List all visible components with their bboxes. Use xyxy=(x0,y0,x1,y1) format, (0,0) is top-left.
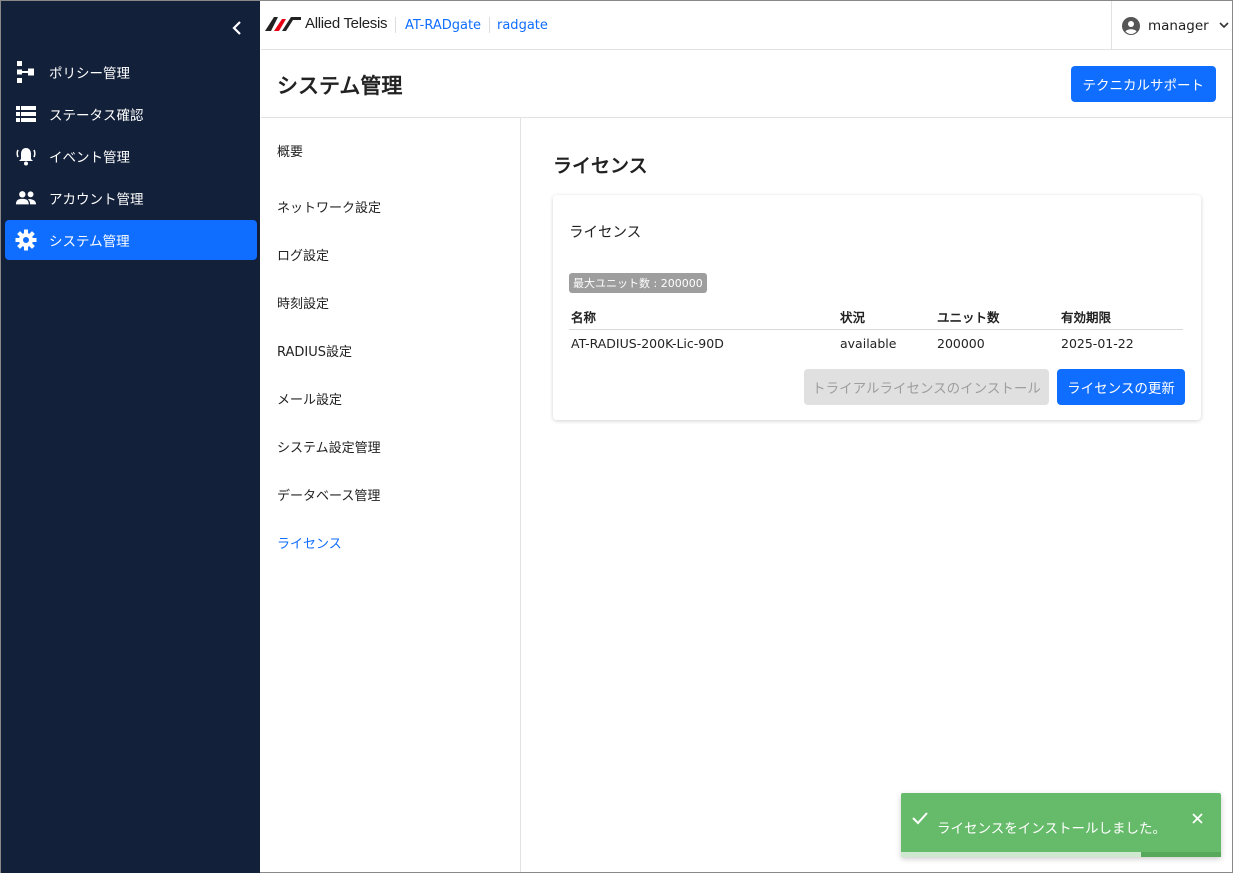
gear-icon xyxy=(15,229,37,251)
success-toast: ライセンスをインストールしました。 xyxy=(901,793,1221,857)
submenu-item-license[interactable]: ライセンス xyxy=(261,518,520,566)
submenu-item-log[interactable]: ログ設定 xyxy=(261,230,520,278)
max-units-badge: 最大ユニット数 : 200000 xyxy=(569,273,707,293)
table-row: AT-RADIUS-200K-Lic-90D available 200000 … xyxy=(569,330,1183,356)
collapse-sidebar-button[interactable] xyxy=(227,17,247,39)
sidebar-item-events[interactable]: イベント管理 xyxy=(5,136,257,176)
submenu-item-time[interactable]: 時刻設定 xyxy=(261,278,520,326)
column-header-expiry: 有効期限 xyxy=(1059,303,1183,330)
chevron-left-icon xyxy=(232,21,241,35)
user-name: manager xyxy=(1148,17,1209,34)
logo-text: Allied Telesis xyxy=(305,15,388,32)
header-divider xyxy=(395,17,396,33)
user-menu[interactable]: manager xyxy=(1111,1,1232,50)
allied-telesis-logo: Allied Telesis xyxy=(265,15,388,32)
license-table: 名称 状況 ユニット数 有効期限 AT-RADIUS-200K-Lic-90D … xyxy=(569,303,1183,355)
chevron-down-icon xyxy=(1219,22,1229,29)
license-units: 200000 xyxy=(937,336,985,351)
sidebar-item-label: アカウント管理 xyxy=(49,192,144,208)
top-header: Allied Telesis AT-RADgate radgate manage… xyxy=(261,1,1232,50)
table-header-row: 名称 状況 ユニット数 有効期限 xyxy=(569,303,1183,330)
sidebar: ポリシー管理 ステータス確認 イベント管理 アカウント管理 システム管理 xyxy=(1,1,260,873)
license-expiry: 2025-01-22 xyxy=(1061,336,1134,351)
people-icon xyxy=(15,187,37,209)
submenu-item-database[interactable]: データベース管理 xyxy=(261,470,520,518)
close-icon[interactable] xyxy=(1192,813,1203,824)
sidebar-item-label: システム管理 xyxy=(49,234,130,250)
install-trial-license-button: トライアルライセンスのインストール xyxy=(804,369,1049,405)
policy-tree-icon xyxy=(15,61,37,83)
sidebar-item-label: イベント管理 xyxy=(49,150,130,166)
sidebar-item-accounts[interactable]: アカウント管理 xyxy=(5,178,257,218)
card-title: ライセンス xyxy=(569,225,642,241)
account-circle-icon xyxy=(1122,16,1140,35)
sidebar-nav: ポリシー管理 ステータス確認 イベント管理 アカウント管理 システム管理 xyxy=(5,52,257,262)
update-license-button[interactable]: ライセンスの更新 xyxy=(1057,369,1185,405)
column-header-status: 状況 xyxy=(838,303,935,330)
toast-message: ライセンスをインストールしました。 xyxy=(937,821,1166,837)
sidebar-item-system[interactable]: システム管理 xyxy=(5,220,257,260)
bell-icon xyxy=(15,145,37,167)
license-name: AT-RADIUS-200K-Lic-90D xyxy=(571,336,724,351)
host-link[interactable]: radgate xyxy=(497,18,548,33)
sidebar-item-label: ステータス確認 xyxy=(49,108,144,124)
sidebar-item-policy[interactable]: ポリシー管理 xyxy=(5,52,257,92)
column-header-units: ユニット数 xyxy=(935,303,1059,330)
main-content: ライセンス ライセンス 最大ユニット数 : 200000 名称 状況 ユニット数… xyxy=(521,118,1232,872)
header-divider xyxy=(489,17,490,33)
page-header: システム管理 テクニカルサポート xyxy=(261,50,1232,118)
list-icon xyxy=(15,103,37,125)
submenu-item-mail[interactable]: メール設定 xyxy=(261,374,520,422)
submenu-item-radius[interactable]: RADIUS設定 xyxy=(261,326,520,374)
column-header-name: 名称 xyxy=(569,303,838,330)
sidebar-item-label: ポリシー管理 xyxy=(49,66,130,82)
submenu-item-overview[interactable]: 概要 xyxy=(261,118,520,182)
license-status: available xyxy=(840,336,897,351)
system-submenu: 概要 ネットワーク設定 ログ設定 時刻設定 RADIUS設定 メール設定 システ… xyxy=(261,118,521,872)
toast-progress-bar xyxy=(901,852,1141,857)
license-card: ライセンス 最大ユニット数 : 200000 名称 状況 ユニット数 有効期限 … xyxy=(553,195,1201,420)
check-icon xyxy=(912,812,928,825)
page-title: システム管理 xyxy=(277,74,403,98)
product-link[interactable]: AT-RADgate xyxy=(405,18,481,33)
technical-support-button[interactable]: テクニカルサポート xyxy=(1070,66,1216,102)
sidebar-item-status[interactable]: ステータス確認 xyxy=(5,94,257,134)
submenu-item-network[interactable]: ネットワーク設定 xyxy=(261,182,520,230)
submenu-item-system-settings[interactable]: システム設定管理 xyxy=(261,422,520,470)
section-title: ライセンス xyxy=(553,155,648,177)
logo-mark-icon xyxy=(265,16,301,31)
